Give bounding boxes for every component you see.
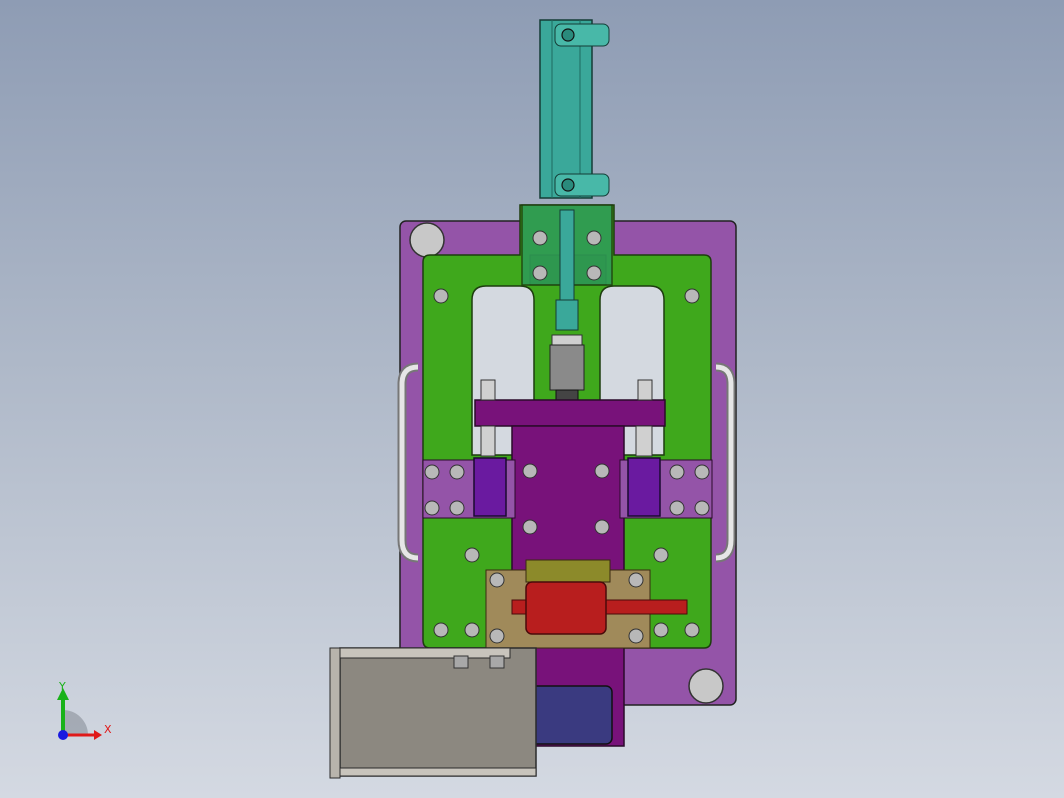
bolt [586,265,602,281]
bolt [594,463,610,479]
floating-joint[interactable] [549,334,585,401]
bolt [684,288,700,304]
workpiece-block [525,581,607,635]
right-clamp-assembly[interactable] [619,457,713,519]
bolt [653,622,669,638]
bolt [532,230,548,246]
bolt [464,622,480,638]
triad-y-label: Y [59,680,66,693]
locating-pin-bottom-right [688,668,724,704]
bolt [522,519,538,535]
cad-model[interactable] [0,0,1064,798]
bolt [522,463,538,479]
bolt [684,622,700,638]
xyz-triad-icon[interactable] [57,688,102,740]
bolt [464,547,480,563]
bolt [586,230,602,246]
bolt [532,265,548,281]
graphics-viewport[interactable]: Y X [0,0,1064,798]
bolt [653,547,669,563]
bolt [433,622,449,638]
bolt [433,288,449,304]
carriage-window [523,685,613,745]
collection-tray[interactable] [329,647,537,779]
locating-pin-top-left [409,222,445,258]
triad-x-label: X [104,723,112,736]
left-clamp-assembly[interactable] [422,457,516,519]
bolt [594,519,610,535]
